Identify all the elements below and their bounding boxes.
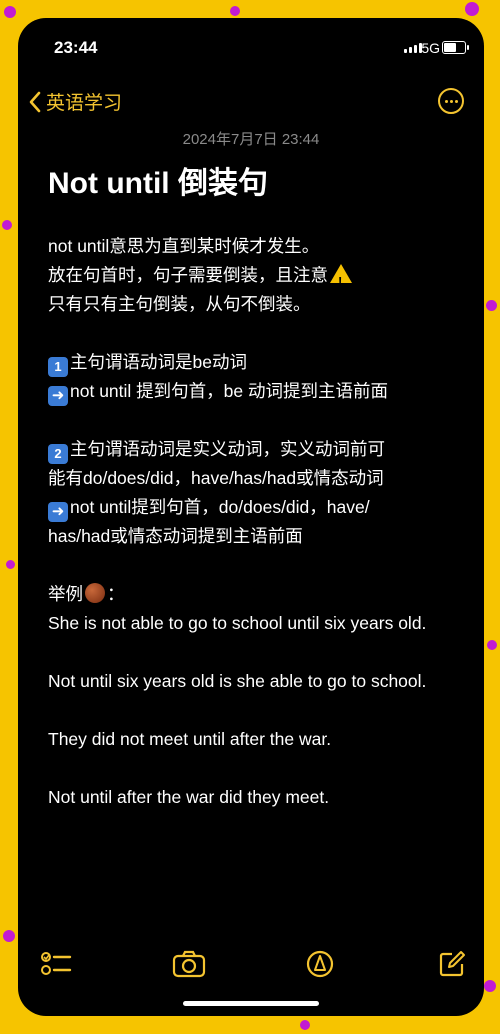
warning-icon bbox=[330, 264, 352, 296]
example-sentence: Not until six years old is she able to g… bbox=[48, 671, 427, 691]
camera-button[interactable] bbox=[172, 950, 206, 983]
home-indicator[interactable] bbox=[183, 1001, 319, 1006]
examples-heading: 举例： bbox=[48, 583, 125, 604]
markup-button[interactable] bbox=[306, 950, 334, 983]
cellular-signal-icon bbox=[404, 43, 422, 53]
ellipsis-icon bbox=[444, 99, 448, 103]
right-arrow-icon: ➜ bbox=[48, 502, 68, 522]
frame-dot bbox=[6, 560, 15, 569]
camera-icon bbox=[172, 950, 206, 978]
nav-bar: 英语学习 bbox=[18, 88, 484, 120]
point-2-line: has/had或情态动词提到主语前面 bbox=[48, 526, 303, 546]
intro-line: 只有只有主句倒装，从句不倒装。 bbox=[48, 294, 311, 314]
checklist-icon bbox=[41, 952, 72, 975]
point-2-line: 2 主句谓语动词是实义动词，实义动词前可 bbox=[48, 435, 460, 464]
frame-dot bbox=[487, 640, 497, 650]
chevron-left-icon bbox=[29, 91, 41, 112]
keycap-one-icon: 1 bbox=[48, 357, 68, 377]
example-sentence: Not until after the war did they meet. bbox=[48, 787, 330, 807]
back-button[interactable]: 英语学习 bbox=[28, 88, 122, 115]
note-title[interactable]: Not until 倒装句 bbox=[48, 158, 268, 202]
compose-button[interactable] bbox=[438, 950, 466, 983]
point-1-line: ➜ not until 提到句首，be 动词提到主语前面 bbox=[48, 377, 460, 406]
frame-dot bbox=[484, 980, 496, 992]
frame-dot bbox=[4, 6, 16, 18]
checklist-button[interactable] bbox=[40, 950, 72, 983]
status-time: 23:44 bbox=[54, 38, 98, 57]
example-sentence: She is not able to go to school until si… bbox=[48, 613, 427, 633]
frame-dot bbox=[486, 300, 497, 311]
back-label: 英语学习 bbox=[46, 93, 123, 114]
frame-dot bbox=[2, 220, 12, 230]
network-type: 5G bbox=[421, 40, 440, 56]
frame-dot bbox=[230, 6, 240, 16]
intro-line: not until意思为直到某时候才发生。 bbox=[48, 236, 320, 256]
point-1-line: 1 主句谓语动词是be动词 bbox=[48, 348, 460, 377]
frame-dot bbox=[465, 2, 479, 16]
chestnut-icon bbox=[85, 583, 105, 603]
status-bar: 23:44 5G bbox=[18, 38, 484, 62]
markup-pen-icon bbox=[306, 950, 334, 978]
intro-line: 放在句首时，句子需要倒装，且注意 bbox=[48, 261, 460, 296]
frame-dot bbox=[300, 1020, 310, 1030]
phone-screen: 23:44 5G 英语学习 2024年7月7日 23:44 Not until … bbox=[18, 18, 484, 1016]
note-body[interactable]: not until意思为直到某时候才发生。 放在句首时，句子需要倒装，且注意 只… bbox=[48, 232, 460, 812]
point-2-line: ➜ not until提到句首，do/does/did，have/ bbox=[48, 493, 460, 522]
bottom-toolbar bbox=[18, 950, 484, 980]
battery-icon bbox=[442, 41, 469, 54]
point-2-line: 能有do/does/did，have/has/had或情态动词 bbox=[48, 468, 384, 488]
right-arrow-icon: ➜ bbox=[48, 386, 68, 406]
frame-dot bbox=[3, 930, 15, 942]
compose-icon bbox=[439, 951, 465, 977]
keycap-two-icon: 2 bbox=[48, 444, 68, 464]
note-date: 2024年7月7日 23:44 bbox=[182, 131, 320, 148]
more-button[interactable] bbox=[438, 88, 464, 114]
example-sentence: They did not meet until after the war. bbox=[48, 729, 332, 749]
